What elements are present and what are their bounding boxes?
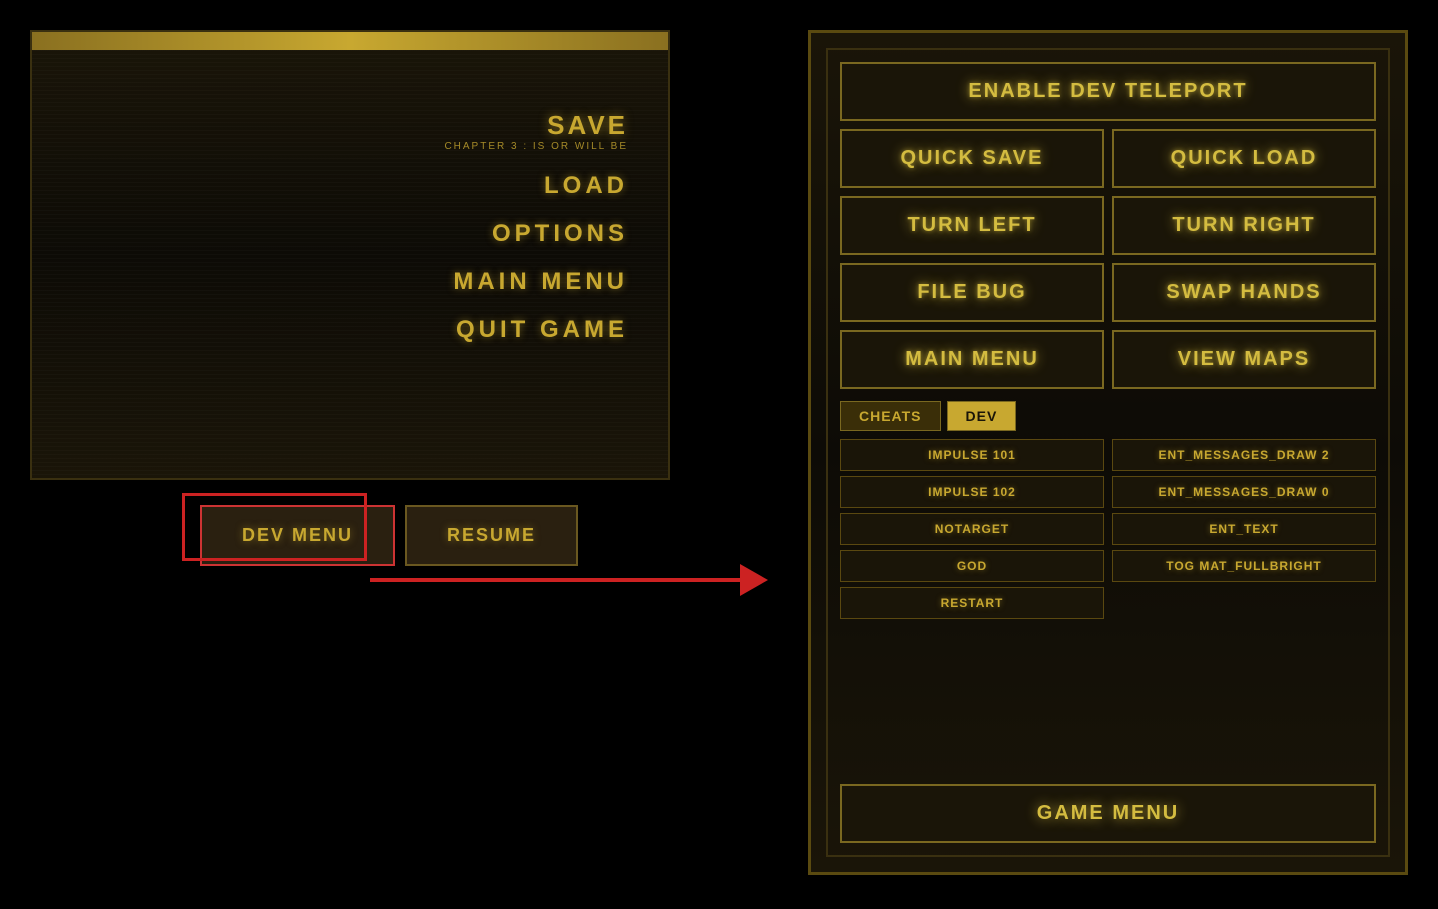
- resume-button[interactable]: RESUME: [405, 505, 578, 566]
- file-bug-button[interactable]: FILE BUG: [840, 263, 1104, 322]
- dev-tab[interactable]: DEV: [947, 401, 1017, 431]
- cheats-tab[interactable]: CHEATS: [840, 401, 941, 431]
- save-menu-section: SAVE CHAPTER 3 : IS OR WILL BE: [444, 110, 628, 152]
- dev-item-tog-mat-fullbright[interactable]: TOG MAT_FULLBRIGHT: [1112, 550, 1376, 582]
- cheat-list-container: IMPULSE 101 IMPULSE 102 NOTARGET GOD RES…: [840, 439, 1376, 772]
- arrow-indicator: [370, 560, 800, 600]
- arrow-line: [370, 578, 740, 582]
- dev-menu-inner: ENABLE DEV TELEPORT QUICK SAVE QUICK LOA…: [826, 48, 1390, 857]
- main-menu-dev-button[interactable]: MAIN MENU: [840, 330, 1104, 389]
- main-menu-item[interactable]: MAIN MENU: [453, 260, 628, 304]
- quick-load-button[interactable]: QUICK LOAD: [1112, 129, 1376, 188]
- cheat-item-impulse102[interactable]: IMPULSE 102: [840, 476, 1104, 508]
- quit-game-menu-item[interactable]: QUIT GAME: [456, 308, 628, 352]
- quick-save-load-row: QUICK SAVE QUICK LOAD: [840, 129, 1376, 188]
- options-menu-item[interactable]: OPTIONS: [492, 212, 628, 256]
- bottom-buttons-container: DEV MENU RESUME: [200, 505, 578, 566]
- left-game-menu-panel: SAVE CHAPTER 3 : IS OR WILL BE LOAD OPTI…: [30, 30, 670, 480]
- cheats-left-col: IMPULSE 101 IMPULSE 102 NOTARGET GOD RES…: [840, 439, 1104, 772]
- dev-item-ent-messages-draw2[interactable]: ENT_MESSAGES_DRAW 2: [1112, 439, 1376, 471]
- dev-menu-panel: ENABLE DEV TELEPORT QUICK SAVE QUICK LOA…: [808, 30, 1408, 875]
- turn-left-button[interactable]: TURN LEFT: [840, 196, 1104, 255]
- save-label: SAVE: [444, 110, 628, 141]
- dev-item-ent-messages-draw0[interactable]: ENT_MESSAGES_DRAW 0: [1112, 476, 1376, 508]
- cheat-item-notarget[interactable]: NOTARGET: [840, 513, 1104, 545]
- dev-right-col: ENT_MESSAGES_DRAW 2 ENT_MESSAGES_DRAW 0 …: [1112, 439, 1376, 772]
- save-subtitle: CHAPTER 3 : IS OR WILL BE: [444, 141, 628, 152]
- cheat-item-restart[interactable]: RESTART: [840, 587, 1104, 619]
- dev-item-ent-text[interactable]: ENT_TEXT: [1112, 513, 1376, 545]
- cheat-item-impulse101[interactable]: IMPULSE 101: [840, 439, 1104, 471]
- main-menu-view-maps-row: MAIN MENU VIEW MAPS: [840, 330, 1376, 389]
- tabs-row: CHEATS DEV: [840, 401, 1376, 431]
- dev-menu-button[interactable]: DEV MENU: [200, 505, 395, 566]
- view-maps-button[interactable]: VIEW MAPS: [1112, 330, 1376, 389]
- main-menu-items: SAVE CHAPTER 3 : IS OR WILL BE LOAD OPTI…: [444, 50, 628, 352]
- turn-right-button[interactable]: TURN RIGHT: [1112, 196, 1376, 255]
- arrow-head: [740, 564, 768, 596]
- load-menu-item[interactable]: LOAD: [544, 164, 628, 208]
- turn-row: TURN LEFT TURN RIGHT: [840, 196, 1376, 255]
- game-menu-button[interactable]: GAME MENU: [840, 784, 1376, 843]
- quick-save-button[interactable]: QUICK SAVE: [840, 129, 1104, 188]
- cheat-item-god[interactable]: GOD: [840, 550, 1104, 582]
- file-bug-swap-row: FILE BUG SWAP HANDS: [840, 263, 1376, 322]
- enable-dev-teleport-button[interactable]: ENABLE DEV TELEPORT: [840, 62, 1376, 121]
- swap-hands-button[interactable]: SWAP HANDS: [1112, 263, 1376, 322]
